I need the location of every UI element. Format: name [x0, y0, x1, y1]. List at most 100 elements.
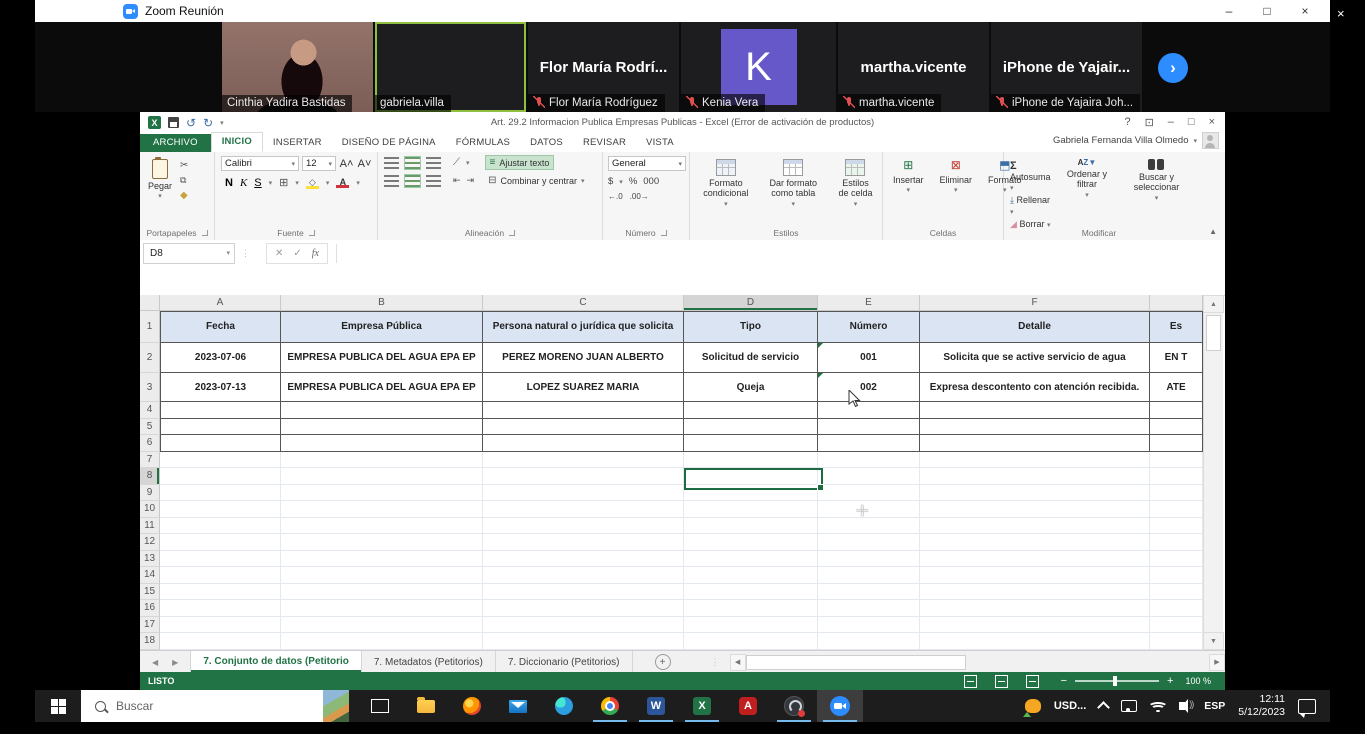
participant-tile[interactable]: gabriela.villa	[375, 22, 526, 112]
sheet-tab-diccionario[interactable]: 7. Diccionario (Petitorios)	[496, 651, 633, 673]
dialog-launcher-icon[interactable]	[661, 230, 667, 236]
format-as-table-button[interactable]: Dar formato como tabla▾	[762, 157, 825, 218]
grid-cell[interactable]	[160, 501, 281, 518]
copy-icon[interactable]: ⧉	[180, 175, 188, 186]
grid-cell[interactable]	[483, 419, 684, 436]
grid-cell[interactable]: 2023-07-13	[160, 373, 281, 402]
percent-format-icon[interactable]: %	[629, 176, 637, 187]
grid-cell[interactable]	[483, 435, 684, 452]
acrobat-button[interactable]: A	[725, 690, 771, 722]
grid-cell[interactable]	[483, 567, 684, 584]
maximize-icon[interactable]: □	[1250, 0, 1284, 22]
row-header[interactable]: 4	[140, 402, 160, 419]
grid-cell[interactable]	[818, 485, 920, 502]
row-header[interactable]: 1	[140, 311, 160, 343]
grid-cell[interactable]	[160, 617, 281, 634]
italic-button[interactable]: K	[240, 177, 247, 189]
grid-cell[interactable]: Es	[1150, 311, 1203, 343]
obs-button[interactable]	[771, 690, 817, 722]
zoom-taskbar-button[interactable]	[817, 690, 863, 722]
grid-cell[interactable]	[818, 600, 920, 617]
help-icon[interactable]: ?	[1124, 116, 1130, 129]
grid-cell[interactable]	[160, 452, 281, 469]
tab-inicio[interactable]: INICIO	[211, 132, 263, 152]
comma-format-icon[interactable]: 000	[643, 176, 659, 187]
name-box[interactable]: D8▾	[143, 243, 235, 264]
insert-function-icon[interactable]: fx	[312, 248, 319, 259]
language-indicator[interactable]: ESP	[1204, 700, 1225, 712]
dialog-launcher-icon[interactable]	[309, 230, 315, 236]
grid-cell[interactable]: Fecha	[160, 311, 281, 343]
grid-cell[interactable]	[281, 633, 483, 650]
column-header[interactable]	[1150, 295, 1203, 311]
grid-cell[interactable]: EN T	[1150, 343, 1203, 373]
grid-cell[interactable]	[1150, 419, 1203, 436]
wifi-icon[interactable]	[1150, 700, 1166, 712]
grid-cell[interactable]	[483, 600, 684, 617]
grid-cell[interactable]	[281, 551, 483, 568]
currency-widget-label[interactable]: USD...	[1054, 700, 1086, 712]
row-header[interactable]: 13	[140, 551, 160, 568]
font-name-select[interactable]: Calibri▾	[221, 156, 299, 171]
grid-cell[interactable]: Empresa Pública	[281, 311, 483, 343]
grid-cell[interactable]	[483, 534, 684, 551]
merge-center-button[interactable]: ⊟Combinar y centrar▾	[484, 174, 588, 187]
number-format-select[interactable]: General▾	[608, 156, 686, 171]
grid-cell[interactable]	[281, 419, 483, 436]
grid-cell[interactable]	[281, 435, 483, 452]
participant-tile[interactable]: K Kenia Vera	[681, 22, 836, 112]
grid-cell[interactable]: EMPRESA PUBLICA DEL AGUA EPA EP	[281, 343, 483, 373]
page-break-view-icon[interactable]	[1026, 675, 1039, 688]
grid-cell[interactable]	[483, 633, 684, 650]
sheet-tab-conjunto[interactable]: 7. Conjunto de datos (Petitorio	[190, 651, 362, 673]
bold-button[interactable]: N	[225, 177, 233, 189]
grid-cell[interactable]	[281, 518, 483, 535]
grid-cell[interactable]	[818, 567, 920, 584]
grid-cell[interactable]	[920, 485, 1150, 502]
file-explorer-button[interactable]	[403, 690, 449, 722]
horizontal-scroll-thumb[interactable]	[746, 655, 966, 670]
task-view-button[interactable]	[357, 690, 403, 722]
align-left-icon[interactable]	[384, 175, 399, 187]
grid-cell[interactable]	[818, 435, 920, 452]
grid-cell[interactable]: Tipo	[684, 311, 818, 343]
sheet-tab-metadatos[interactable]: 7. Metadatos (Petitorios)	[362, 651, 496, 673]
grid-cell[interactable]	[684, 501, 818, 518]
grid-cell[interactable]	[483, 551, 684, 568]
sort-filter-button[interactable]: AZ▼ Ordenar y filtrar▾	[1061, 157, 1113, 218]
grid-cell[interactable]	[1150, 600, 1203, 617]
tab-vista[interactable]: VISTA	[636, 134, 684, 152]
grid-cell[interactable]	[818, 452, 920, 469]
grid-cell[interactable]	[818, 534, 920, 551]
grid-cell[interactable]	[483, 402, 684, 419]
grid-cell[interactable]	[684, 600, 818, 617]
scroll-down-icon[interactable]: ▼	[1203, 632, 1224, 650]
chrome-button[interactable]	[587, 690, 633, 722]
grid-cell[interactable]	[818, 518, 920, 535]
tab-diseno[interactable]: DISEÑO DE PÁGINA	[332, 134, 446, 152]
clock[interactable]: 12:11 5/12/2023	[1238, 693, 1285, 719]
dialog-launcher-icon[interactable]	[509, 230, 515, 236]
formula-input[interactable]	[336, 244, 1225, 263]
grid-cell[interactable]	[281, 617, 483, 634]
grid-cell[interactable]	[160, 518, 281, 535]
align-bottom-icon[interactable]	[426, 157, 441, 169]
cut-icon[interactable]: ✂	[180, 160, 188, 171]
cast-icon[interactable]	[1121, 700, 1137, 712]
grid-cell[interactable]	[160, 584, 281, 601]
account-menu[interactable]: Gabriela Fernanda Villa Olmedo▾	[1053, 132, 1219, 152]
tab-archivo[interactable]: ARCHIVO	[140, 134, 211, 152]
grid-cell[interactable]	[684, 435, 818, 452]
participant-tile[interactable]: Cinthia Yadira Bastidas	[222, 22, 373, 112]
search-highlight-thumbnail[interactable]	[323, 690, 349, 722]
action-center-icon[interactable]	[1298, 699, 1316, 714]
grid-cell[interactable]	[483, 584, 684, 601]
grid-cell[interactable]	[160, 435, 281, 452]
grid-cell[interactable]	[818, 551, 920, 568]
row-header[interactable]: 16	[140, 600, 160, 617]
save-icon[interactable]	[168, 117, 179, 128]
hscroll-right-icon[interactable]: ▶	[1209, 654, 1225, 671]
align-right-icon[interactable]	[426, 175, 441, 187]
row-header[interactable]: 7	[140, 452, 160, 469]
grid-cell[interactable]	[1150, 468, 1203, 485]
